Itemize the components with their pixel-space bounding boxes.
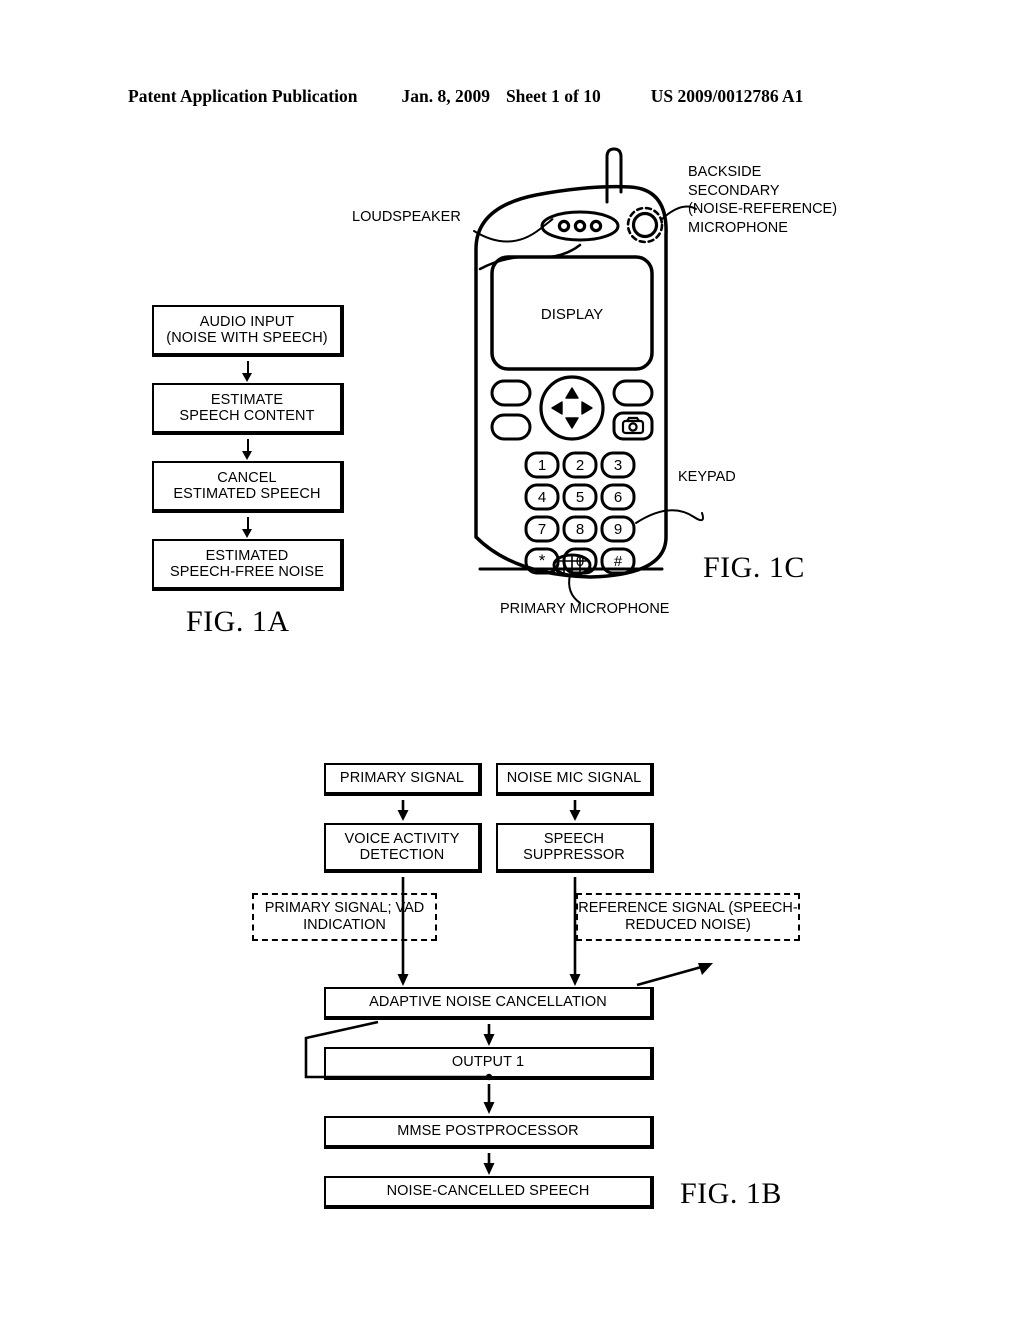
fig1b-box-output-1: OUTPUT 1 <box>324 1047 654 1080</box>
fig1b-box-noise-cancelled-speech: NOISE-CANCELLED SPEECH <box>324 1176 654 1209</box>
fig1a-box-speechfree-line1: ESTIMATED <box>205 547 289 564</box>
callout-primary-microphone: PRIMARY MICROPHONE <box>500 601 670 617</box>
fig1a-box-audio-input: AUDIO INPUT (NOISE WITH SPEECH) <box>152 305 344 357</box>
fig1a-box-estimate-speech-content: ESTIMATE SPEECH CONTENT <box>152 383 344 435</box>
fig1b-dashed-primary-signal-vad: PRIMARY SIGNAL; VAD INDICATION <box>252 893 437 941</box>
softkey-left-lower <box>490 413 532 441</box>
antenna-icon <box>605 147 623 204</box>
softkey-right-upper <box>612 379 654 407</box>
fig1a-box-cancel-line1: CANCEL <box>217 469 277 486</box>
fig1b-box-speech-suppressor: SPEECH SUPPRESSOR <box>496 823 654 873</box>
fig1b-box-adaptive-noise-cancellation: ADAPTIVE NOISE CANCELLATION <box>324 987 654 1020</box>
key-label-3: 3 <box>614 457 622 474</box>
speaker-dot-1 <box>557 219 571 233</box>
key-label-1: 1 <box>538 457 546 474</box>
fig1a-box-estimate-line1: ESTIMATE <box>210 391 284 408</box>
down-arrow-icon <box>565 417 579 429</box>
fig1b-arrowhead-mmse-to-output <box>483 1163 495 1175</box>
fig1b-arrowhead-suppressor-to-anc <box>569 974 581 986</box>
fig1b-dashed-left-line1: PRIMARY SIGNAL; <box>264 899 392 916</box>
softkey-left-upper <box>490 379 532 407</box>
publication-date: Jan. 8, 2009 <box>401 86 490 106</box>
fig1a-box-audio-input-line2: (NOISE WITH SPEECH) <box>166 330 328 346</box>
fig1b-box-primary-signal: PRIMARY SIGNAL <box>324 763 482 796</box>
secondary-microphone-icon <box>631 211 659 239</box>
fig1b-vad-line2: DETECTION <box>359 847 445 863</box>
fig1a-arrowhead-1 <box>241 373 252 382</box>
key-label-0: 0 <box>576 553 584 570</box>
publication-title: Patent Application Publication <box>128 86 358 106</box>
publication-header: Patent Application Publication Jan. 8, 2… <box>128 86 896 110</box>
fig1c-caption: FIG. 1C <box>703 551 805 584</box>
fig1b-dashed-reference-signal: REFERENCE SIGNAL (SPEECH-REDUCED NOISE) <box>576 893 800 941</box>
dpad-ring <box>539 375 605 441</box>
speaker-dot-2 <box>573 219 587 233</box>
fig1b-arrowhead-output1-to-mmse <box>483 1102 495 1114</box>
display-label: DISPLAY <box>541 306 603 323</box>
key-label-2: 2 <box>576 457 584 474</box>
leader-line-primary-mic <box>568 574 581 604</box>
sheet-number: Sheet 1 of 10 <box>505 86 601 106</box>
fig1a-box-cancel-line2: ESTIMATED SPEECH <box>173 486 321 502</box>
fig1b-arrowhead-anc-to-output1 <box>483 1034 495 1046</box>
key-label-9: 9 <box>614 521 622 538</box>
fig1b-dashed-right-line1: REFERENCE SIGNAL <box>578 899 725 916</box>
right-arrow-icon <box>581 401 593 415</box>
fig1b-arrowhead-outgoing <box>698 963 713 975</box>
fig1b-box-voice-activity-detection: VOICE ACTIVITY DETECTION <box>324 823 482 873</box>
fig1b-arrowhead-primary-to-vad <box>397 810 409 821</box>
key-label-5: 5 <box>576 489 584 506</box>
key-label-star: * <box>539 551 546 570</box>
fig1b-arrowhead-noisemic-to-suppressor <box>569 810 581 821</box>
speaker-dot-3 <box>589 219 603 233</box>
callout-backside-line4: MICROPHONE <box>688 219 788 236</box>
fig1b-box-mmse-postprocessor: MMSE POSTPROCESSOR <box>324 1116 654 1149</box>
fig1a-arrowhead-2 <box>241 451 252 460</box>
fig1a-box-cancel-estimated-speech: CANCEL ESTIMATED SPEECH <box>152 461 344 513</box>
key-label-hash: # <box>614 553 623 570</box>
fig1a-box-estimated-speech-free-noise: ESTIMATED SPEECH-FREE NOISE <box>152 539 344 591</box>
fig1b-suppressor-line1: SPEECH <box>543 830 605 847</box>
fig1b-caption: FIG. 1B <box>680 1177 782 1210</box>
fig1b-arrowhead-vad-to-anc <box>397 974 409 986</box>
key-label-7: 7 <box>538 521 546 538</box>
camera-icon <box>621 416 645 435</box>
callout-keypad: KEYPAD <box>678 469 736 485</box>
fig1b-vad-line1: VOICE ACTIVITY <box>344 830 460 847</box>
key-label-6: 6 <box>614 489 622 506</box>
key-label-4: 4 <box>538 489 546 506</box>
up-arrow-icon <box>565 387 579 399</box>
callout-loudspeaker: LOUDSPEAKER <box>352 209 461 225</box>
fig1b-outgoing-signal-line <box>636 964 706 987</box>
fig1a-box-estimate-line2: SPEECH CONTENT <box>179 408 315 424</box>
fig1a-box-audio-input-line1: AUDIO INPUT <box>199 313 295 330</box>
key-label-8: 8 <box>576 521 584 538</box>
patent-drawing-page: Patent Application Publication Jan. 8, 2… <box>0 0 1024 1320</box>
callout-backside-line3: (NOISE-REFERENCE) <box>688 201 838 218</box>
leader-line-keypad <box>635 509 704 524</box>
callout-backside-secondary-microphone: BACKSIDE SECONDARY (NOISE-REFERENCE) MIC… <box>688 163 898 237</box>
fig1b-box-noise-mic-signal: NOISE MIC SIGNAL <box>496 763 654 796</box>
fig1a-caption: FIG. 1A <box>186 605 290 638</box>
publication-number: US 2009/0012786 A1 <box>650 86 804 106</box>
callout-backside-line2: SECONDARY <box>688 182 780 199</box>
fig1a-box-speechfree-line2: SPEECH-FREE NOISE <box>170 564 324 580</box>
callout-backside-line1: BACKSIDE <box>688 164 762 180</box>
fig1a-arrowhead-3 <box>241 529 252 538</box>
left-arrow-icon <box>551 401 563 415</box>
fig1b-suppressor-line2: SUPPRESSOR <box>523 847 625 863</box>
